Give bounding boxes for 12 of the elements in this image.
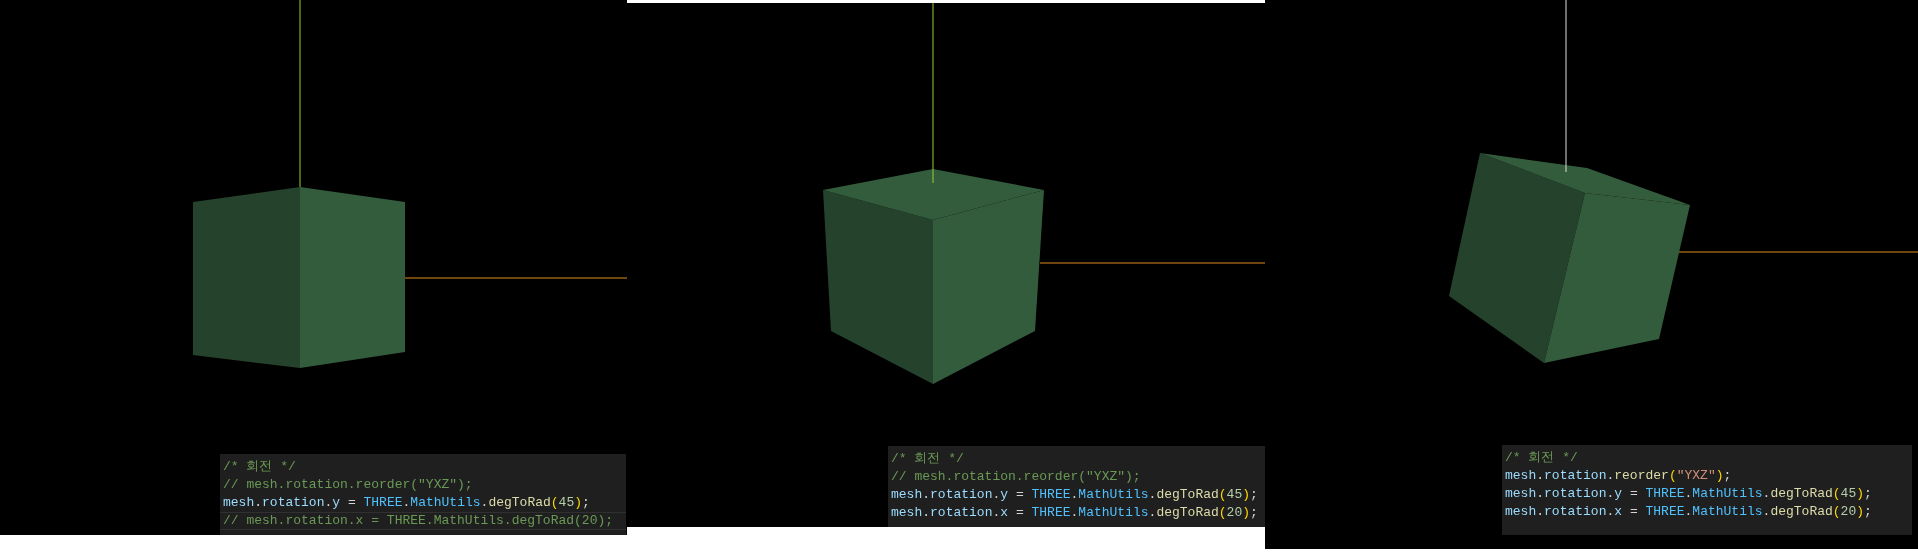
code-line: /* 회전 */ [222, 458, 297, 476]
code-line: /* 회전 */ [890, 450, 965, 468]
code-line: mesh.rotation.y = THREE.MathUtils.degToRad(45); [222, 494, 591, 512]
code-line: mesh.rotation.reorder("YXZ"); [1504, 467, 1733, 485]
code-line: mesh.rotation.x = THREE.MathUtils.degToRad(20); [1504, 503, 1873, 521]
code-line: // mesh.rotation.reorder("YXZ"); [222, 476, 474, 494]
code-line: mesh.rotation.y = THREE.MathUtils.degToRad(45); [1504, 485, 1873, 503]
code-line: // mesh.rotation.reorder("YXZ"); [890, 468, 1142, 486]
code-line: // mesh.rotation.x = THREE.MathUtils.degToRad(20); [220, 512, 626, 530]
code-line: mesh.rotation.y = THREE.MathUtils.degToRad(45); [890, 486, 1259, 504]
code-line: mesh.rotation.x = THREE.MathUtils.degToRad(20); [890, 504, 1259, 522]
code-line: /* 회전 */ [1504, 449, 1579, 467]
